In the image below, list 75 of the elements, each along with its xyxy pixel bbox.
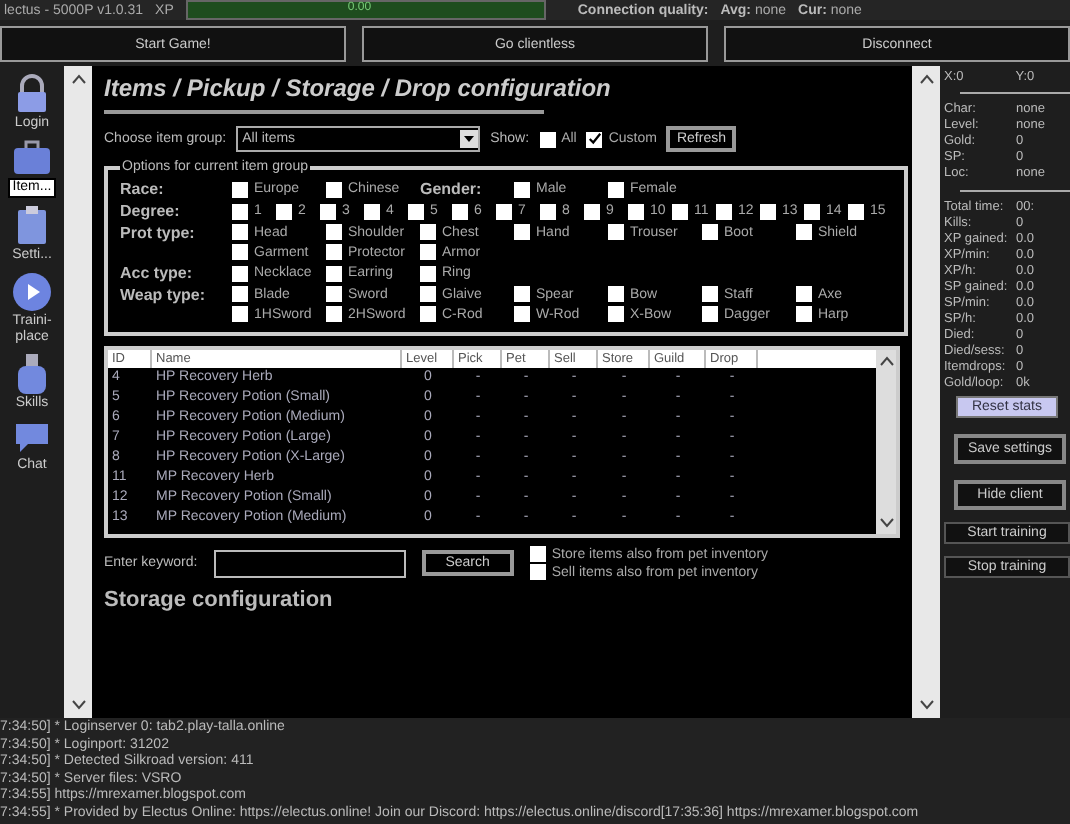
checkbox[interactable]: [232, 203, 248, 219]
checkbox[interactable]: [232, 244, 248, 260]
checkbox[interactable]: [608, 306, 624, 322]
checkbox[interactable]: [326, 224, 342, 240]
checkbox[interactable]: [232, 181, 248, 197]
checkbox[interactable]: [796, 286, 812, 302]
checkbox[interactable]: [804, 203, 820, 219]
checkbox[interactable]: [452, 203, 468, 219]
caret-icon: [460, 130, 479, 148]
checkbox[interactable]: [408, 203, 424, 219]
checkbox[interactable]: [514, 286, 530, 302]
keyword-field[interactable]: [213, 549, 406, 577]
padlock-icon: [14, 74, 50, 114]
checkbox[interactable]: [760, 203, 776, 219]
checkbox[interactable]: [529, 546, 546, 562]
checkbox[interactable]: [514, 306, 530, 322]
option-label: Race:: [120, 180, 166, 198]
checkbox[interactable]: [496, 203, 512, 219]
scrollbar[interactable]: [876, 350, 896, 534]
play-icon: [12, 272, 52, 312]
checkbox[interactable]: [529, 564, 546, 580]
checkbox[interactable]: [514, 181, 530, 197]
page-title: Items / Pickup / Storage / Drop configuration: [104, 74, 613, 102]
checkbox[interactable]: [326, 181, 342, 197]
checkbox[interactable]: [584, 203, 600, 219]
briefcase-icon: [11, 140, 52, 176]
checkbox[interactable]: [716, 203, 732, 219]
scrollbar[interactable]: [912, 66, 940, 718]
checkbox[interactable]: [420, 244, 436, 260]
checkbox[interactable]: [796, 306, 812, 322]
option-label: Gender:: [420, 180, 484, 198]
checkbox[interactable]: [702, 306, 718, 322]
clipboard-icon: [16, 206, 48, 246]
chat-bubble-icon: [12, 420, 52, 456]
checkbox[interactable]: [628, 203, 644, 219]
scroll-up-icon[interactable]: [879, 356, 893, 366]
checkbox[interactable]: [608, 286, 624, 302]
checkbox[interactable]: [232, 265, 248, 281]
checkbox[interactable]: [586, 131, 603, 147]
scroll-down-icon[interactable]: [919, 700, 933, 710]
scroll-up-icon[interactable]: [71, 74, 85, 84]
scroll-up-icon[interactable]: [919, 74, 933, 84]
checkbox[interactable]: [276, 203, 292, 219]
checkbox[interactable]: [702, 286, 718, 302]
checkbox[interactable]: [420, 224, 436, 240]
checkbox[interactable]: [326, 244, 342, 260]
option-label: Acc type:: [120, 264, 195, 282]
scroll-down-icon[interactable]: [71, 700, 85, 710]
checkbox[interactable]: [848, 203, 864, 219]
checkbox[interactable]: [420, 286, 436, 302]
section-title: Storage configuration: [104, 588, 335, 612]
checkbox[interactable]: [608, 181, 624, 197]
checkbox[interactable]: [514, 224, 530, 240]
checkbox[interactable]: [539, 131, 556, 147]
checkbox[interactable]: [320, 203, 336, 219]
option-label: Prot type:: [120, 224, 197, 246]
checkbox[interactable]: [326, 306, 342, 322]
checkbox[interactable]: [540, 203, 556, 219]
option-label: Weap type:: [120, 286, 208, 308]
checkbox[interactable]: [796, 224, 812, 240]
checkbox[interactable]: [702, 224, 718, 240]
checkbox[interactable]: [326, 265, 342, 281]
scrollbar[interactable]: [64, 66, 92, 718]
checkbox[interactable]: [420, 265, 436, 281]
scroll-down-icon[interactable]: [879, 518, 893, 528]
flask-icon: [16, 354, 48, 394]
checkbox[interactable]: [364, 203, 380, 219]
checkbox[interactable]: [420, 306, 436, 322]
checkbox[interactable]: [232, 306, 248, 322]
checkbox[interactable]: [672, 203, 688, 219]
checkbox[interactable]: [232, 286, 248, 302]
checkbox[interactable]: [326, 286, 342, 302]
checkbox[interactable]: [608, 224, 624, 240]
option-label: Degree:: [120, 202, 182, 220]
checkbox[interactable]: [232, 224, 248, 240]
